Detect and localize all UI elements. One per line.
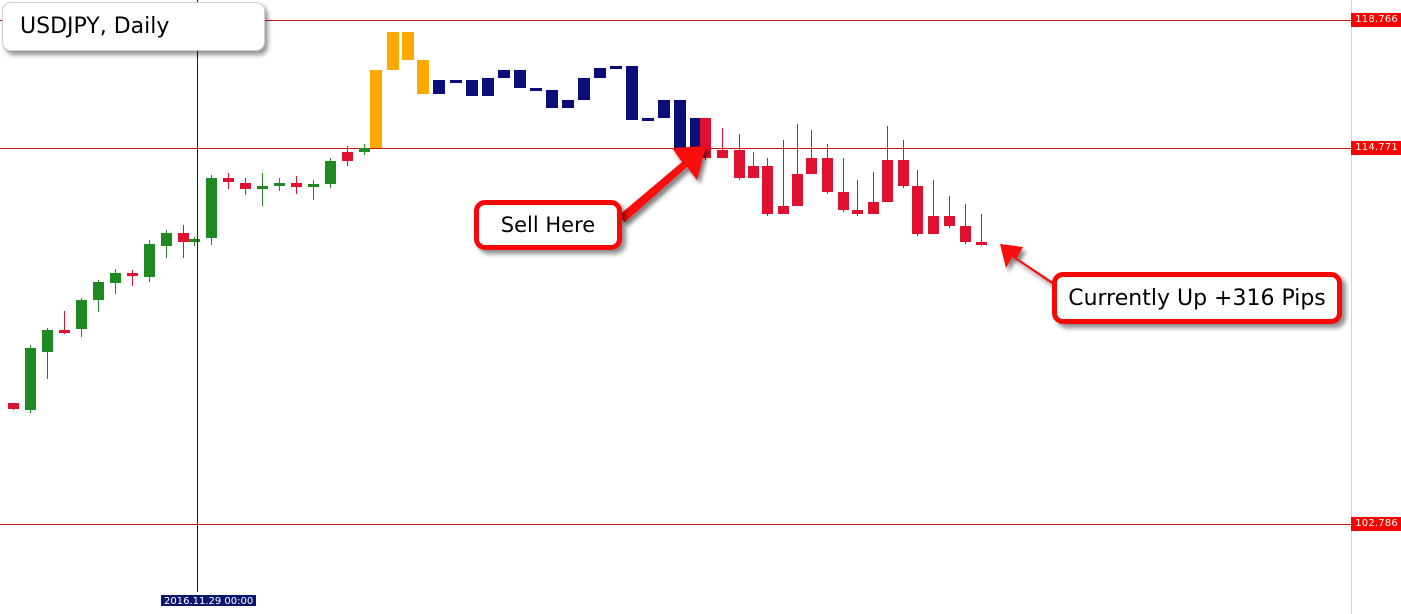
price-axis: 118.766 114.771 102.786 [1351,0,1401,614]
candle-body [717,150,728,158]
candle-body [882,160,893,202]
candle-body [25,348,36,410]
candle-body [240,183,251,189]
candle-body [450,80,462,83]
candle-body [308,184,319,187]
chart-title-box: USDJPY, Daily [2,2,265,51]
candle-body [325,161,336,184]
candle-wick [783,140,784,214]
candle-body [291,183,302,187]
candle-body [658,100,670,118]
candle-body [748,166,759,178]
candle-body [161,233,172,246]
candle-body [387,32,399,70]
candle-body [93,282,104,300]
candle-wick [262,173,263,206]
candle-body [257,186,268,189]
candle-body [8,403,19,409]
candle-body [59,330,70,333]
candle-body [274,183,285,186]
candle-body [546,90,558,108]
candle-body [189,239,200,242]
crosshair-vertical-line [197,0,198,592]
candle-body [960,226,971,242]
candle-body [674,100,686,148]
price-tag-top: 118.766 [1351,13,1401,27]
candle-body [433,80,445,94]
price-tag-middle: 114.771 [1351,141,1401,155]
candle-body [482,78,494,96]
candle-body [976,242,987,245]
chart-title-text: USDJPY, Daily [20,14,170,39]
candle-body [838,192,849,210]
candle-body [822,158,833,192]
candle-body [42,330,53,352]
sell-here-callout: Sell Here [474,200,622,250]
candle-body [370,70,382,148]
candle-body [578,78,590,100]
crosshair-time-label: 2016.11.29 00:00 [160,594,258,607]
candle-body [928,216,939,234]
currently-up-text: Currently Up +316 Pips [1068,285,1326,311]
candle-body [359,148,370,152]
candle-body [514,70,526,88]
candle-body [466,80,478,96]
sell-here-text: Sell Here [500,213,596,237]
candle-body [762,166,773,214]
candle-body [642,118,654,121]
candle-body [562,100,574,108]
candle-body [594,68,606,78]
candle-body [898,160,909,186]
candle-body [127,273,138,276]
candle-body [700,118,711,158]
candle-body [868,202,879,214]
trading-chart: 2016.11.29 00:00 118.766 114.771 102.786… [0,0,1401,614]
candle-body [402,32,414,60]
currently-up-callout: Currently Up +316 Pips [1052,272,1342,324]
candle-body [610,66,622,69]
candle-body [223,178,234,182]
candle-wick [313,180,314,200]
candle-body [76,300,87,329]
price-tag-bottom: 102.786 [1351,517,1401,531]
candle-body [626,66,638,120]
candle-body [912,186,923,234]
candle-body [778,206,789,214]
candle-body [178,233,189,242]
candle-body [792,174,803,206]
candle-body [530,88,542,91]
candle-body [944,216,955,226]
candle-body [734,150,745,178]
candle-body [806,158,817,174]
candle-body [206,178,217,238]
candle-body [342,152,353,161]
candle-body [144,244,155,277]
candle-body [852,210,863,214]
candle-body [110,273,121,283]
candle-body [417,60,429,94]
candle-body [498,70,510,78]
